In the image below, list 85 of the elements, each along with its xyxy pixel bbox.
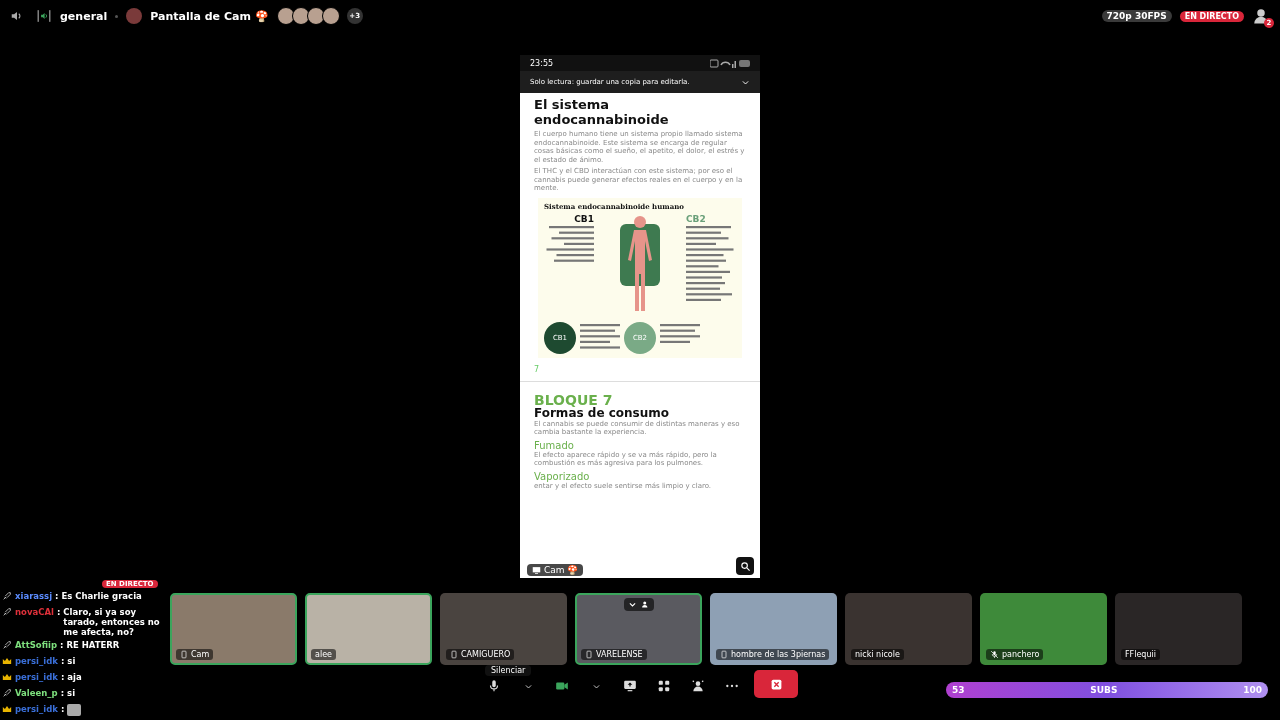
- emote-picture: [67, 704, 82, 716]
- sword-icon: [2, 640, 12, 650]
- chat-username: persi_idk: [15, 672, 58, 682]
- participant-name: CAMIGUERO: [461, 650, 511, 659]
- chat-username: AttSofiip: [15, 640, 57, 650]
- person-add-icon[interactable]: [640, 600, 650, 609]
- participant-name: VARELENSE: [596, 650, 643, 659]
- microphone-icon: [487, 679, 501, 693]
- participant-name: nicki nicole: [855, 650, 900, 659]
- phone-icon: [180, 650, 188, 659]
- screen-share-icon: [623, 679, 637, 693]
- chat-separator: :: [60, 656, 65, 666]
- section-title: Vaporizado: [534, 470, 591, 482]
- chat-username: Valeen_p: [15, 688, 58, 698]
- sword-icon: [2, 607, 12, 617]
- page-number: 7: [534, 364, 541, 374]
- block-title: Formas de consumo: [534, 406, 671, 420]
- chat-message: si: [67, 656, 77, 666]
- participant-tile[interactable]: alee: [305, 593, 432, 665]
- viewer-avatar: [291, 7, 310, 25]
- chat-separator: :: [60, 688, 65, 698]
- document-heading: El sistema endocannabinoide: [534, 97, 670, 127]
- muted-mic-icon: [990, 650, 999, 659]
- participant-name: alee: [315, 650, 332, 659]
- text-lines-drawing: [660, 323, 700, 343]
- chat-message: RE HATERR: [66, 640, 121, 650]
- block-label: BLOQUE 7: [534, 392, 614, 407]
- sword-icon: [2, 591, 12, 601]
- chat-message: Claro, si ya soy tarado, entonces no me afecta, no?: [63, 607, 161, 637]
- crown-icon: [2, 704, 12, 714]
- text-lines-drawing: [580, 323, 620, 349]
- hang-up-icon: [769, 677, 783, 691]
- chat-message: aja: [67, 672, 83, 682]
- monitor-icon: [532, 565, 541, 575]
- sub-count: 53: [952, 685, 965, 695]
- chat-message: si: [67, 688, 77, 698]
- phone-icon: [450, 650, 458, 659]
- disconnect-button[interactable]: [754, 670, 798, 698]
- participant-tile[interactable]: Cam: [170, 593, 297, 665]
- participant-tile[interactable]: nicki nicole: [845, 593, 972, 665]
- participant-tile[interactable]: VARELENSE: [575, 593, 702, 665]
- status-bar-icons: [710, 58, 750, 68]
- quality-badge: 720p 30FPS: [1101, 10, 1172, 22]
- live-badge: EN DIRECTO: [1179, 10, 1244, 22]
- sub-goal-max: 100: [1243, 685, 1262, 695]
- receptor-label: CB1: [574, 213, 594, 224]
- participant-name: FFlequii: [1125, 650, 1156, 659]
- chat-username: persi_idk: [15, 704, 58, 714]
- chat-separator: :: [56, 607, 61, 617]
- viewer-avatar: [321, 7, 340, 25]
- stream-title: Pantalla de Cam 🍄: [150, 9, 269, 23]
- viewer-avatar: [306, 7, 325, 25]
- text-lines-drawing: [546, 225, 594, 262]
- section-title: Fumado: [534, 439, 575, 451]
- user-avatar: [126, 8, 143, 24]
- chat-username: xiarassj: [15, 591, 53, 601]
- chat-separator: :: [55, 591, 59, 601]
- chat-separator: :: [60, 704, 65, 714]
- magnifier-icon: [739, 560, 751, 572]
- sparkle-person-icon: [691, 679, 705, 693]
- chat-message: Es Charlie gracia: [61, 591, 143, 601]
- grid-icon: [657, 679, 671, 693]
- phone-icon: [720, 650, 728, 659]
- participant-tile[interactable]: panchero: [980, 593, 1107, 665]
- participant-name: Cam: [191, 650, 210, 659]
- channel-name[interactable]: general: [60, 9, 108, 23]
- participant-name: hombre de las 3piernas: [731, 650, 826, 659]
- chat-separator: :: [60, 672, 65, 682]
- participant-name: panchero: [1002, 650, 1040, 659]
- tooltip: Silenciar: [485, 665, 532, 676]
- sword-icon: [2, 688, 12, 698]
- participant-tile[interactable]: CAMIGUERO: [440, 593, 567, 665]
- chat-username: persi_idk: [15, 656, 58, 666]
- streamer-name: Cam 🍄: [544, 565, 579, 575]
- viewer-avatar: [276, 7, 295, 25]
- sub-goal-label: SUBS: [1090, 685, 1118, 695]
- chat-separator: :: [59, 640, 64, 650]
- phone-icon: [585, 650, 593, 659]
- chevron-down-icon[interactable]: [627, 600, 637, 609]
- receptor-label: CB2: [686, 213, 707, 224]
- participant-tile[interactable]: hombre de las 3piernas: [710, 593, 837, 665]
- participant-tile[interactable]: FFlequii: [1115, 593, 1242, 665]
- status-time: 23:55: [530, 58, 554, 68]
- chat-username: novaCAl: [15, 607, 54, 617]
- zoom-button[interactable]: [736, 557, 754, 575]
